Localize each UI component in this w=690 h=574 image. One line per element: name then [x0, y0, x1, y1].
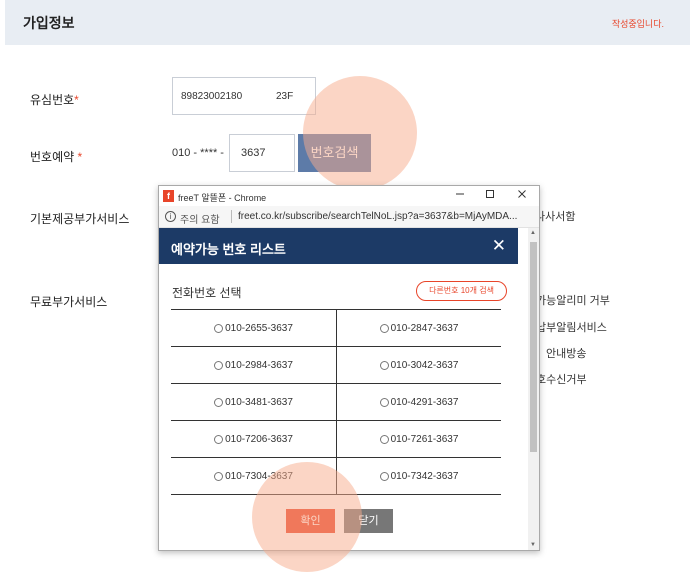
free-service-option: 가능알리미 거부 [536, 295, 610, 307]
usim-input[interactable]: 89823002180 23F [172, 77, 316, 115]
number-option[interactable]: 010-7261-3637 [336, 421, 501, 457]
number-option[interactable]: 010-2847-3637 [336, 310, 501, 346]
phone-select-label: 전화번호 선택 [172, 286, 242, 300]
radio-icon[interactable] [379, 360, 389, 370]
radio-icon[interactable] [379, 323, 389, 333]
radio-icon[interactable] [214, 360, 224, 370]
info-icon[interactable]: i [165, 211, 176, 222]
free-service-option: 안내방송 [546, 348, 587, 360]
close-icon[interactable] [513, 187, 531, 205]
arrow-down-icon[interactable]: ▼ [530, 542, 536, 548]
other-numbers-button[interactable]: 다른번호 10개 검색 [416, 281, 507, 301]
window-titlebar[interactable]: f freeT 알뜰폰 - Chrome [159, 186, 539, 206]
section-title: 가입정보 [23, 15, 75, 31]
click-highlight [303, 76, 417, 190]
close-icon[interactable]: ✕ [492, 236, 506, 256]
popup-content: 예약가능 번호 리스트 ✕ 전화번호 선택 다른번호 10개 검색 010-26… [159, 228, 528, 550]
radio-icon[interactable] [379, 471, 389, 481]
number-option[interactable]: 010-7304-3637 [171, 458, 336, 494]
url-text[interactable]: freet.co.kr/subscribe/searchTelNoL.jsp?a… [238, 211, 517, 222]
number-search-button[interactable]: 번호검색 [298, 134, 371, 172]
usim-label: 유심번호* [30, 93, 79, 107]
free-service-option: 호수신거부 [536, 374, 587, 386]
popup-title: 예약가능 번호 리스트 [171, 242, 286, 257]
freet-logo-icon: f [163, 190, 174, 202]
free-service-option: 납부알림서비스 [536, 322, 607, 334]
required-mark: * [74, 93, 79, 107]
number-option[interactable]: 010-2984-3637 [171, 347, 336, 383]
arrow-up-icon[interactable]: ▲ [530, 230, 536, 236]
popup-window: f freeT 알뜰폰 - Chrome i 주의 요함 freet.co.kr… [158, 185, 540, 551]
radio-icon[interactable] [214, 434, 224, 444]
numbers-table: 010-2655-3637 010-2847-3637 010-2984-363… [171, 309, 501, 495]
table-row: 010-2984-3637 010-3042-3637 [171, 347, 501, 384]
scrollbar[interactable]: ▲ ▼ [528, 228, 539, 550]
radio-icon[interactable] [214, 471, 224, 481]
radio-icon[interactable] [214, 397, 224, 407]
usim-value: 89823002180 [181, 91, 243, 102]
table-row: 010-2655-3637 010-2847-3637 [171, 310, 501, 347]
radio-icon[interactable] [379, 397, 389, 407]
number-option[interactable]: 010-3481-3637 [171, 384, 336, 420]
address-bar[interactable]: i 주의 요함 freet.co.kr/subscribe/searchTelN… [159, 206, 539, 228]
number-option[interactable]: 010-3042-3637 [336, 347, 501, 383]
minimize-icon[interactable] [451, 187, 469, 205]
free-service-label: 무료부가서비스 [30, 295, 108, 309]
scrollbar-thumb[interactable] [530, 242, 537, 452]
usim-suffix: 23F [276, 91, 294, 102]
basic-service-label: 기본제공부가서비스 [30, 212, 130, 226]
close-button[interactable]: 닫기 [344, 509, 393, 533]
url-divider [231, 210, 232, 223]
table-row: 010-7206-3637 010-7261-3637 [171, 421, 501, 458]
confirm-button[interactable]: 확인 [286, 509, 335, 533]
popup-header: 예약가능 번호 리스트 ✕ [159, 228, 518, 264]
basic-service-option: 나사서함 [535, 211, 576, 223]
number-option[interactable]: 010-7206-3637 [171, 421, 336, 457]
status-text: 작성중입니다. [611, 19, 664, 29]
table-row: 010-3481-3637 010-4291-3637 [171, 384, 501, 421]
window-title: freeT 알뜰폰 - Chrome [178, 193, 267, 203]
phone-last-digits-input[interactable]: 3637 [229, 134, 295, 172]
number-option[interactable]: 010-2655-3637 [171, 310, 336, 346]
maximize-icon[interactable] [481, 187, 499, 205]
table-row: 010-7304-3637 010-7342-3637 [171, 458, 501, 495]
radio-icon[interactable] [214, 323, 224, 333]
section-header: 가입정보 작성중입니다. [5, 0, 690, 45]
required-mark: * [77, 150, 83, 164]
number-option[interactable]: 010-4291-3637 [336, 384, 501, 420]
radio-icon[interactable] [379, 434, 389, 444]
number-option[interactable]: 010-7342-3637 [336, 458, 501, 494]
number-reservation-label: 번호예약 * [30, 150, 83, 164]
phone-prefix: 010 - **** - [172, 147, 224, 159]
security-label: 주의 요함 [180, 215, 220, 226]
